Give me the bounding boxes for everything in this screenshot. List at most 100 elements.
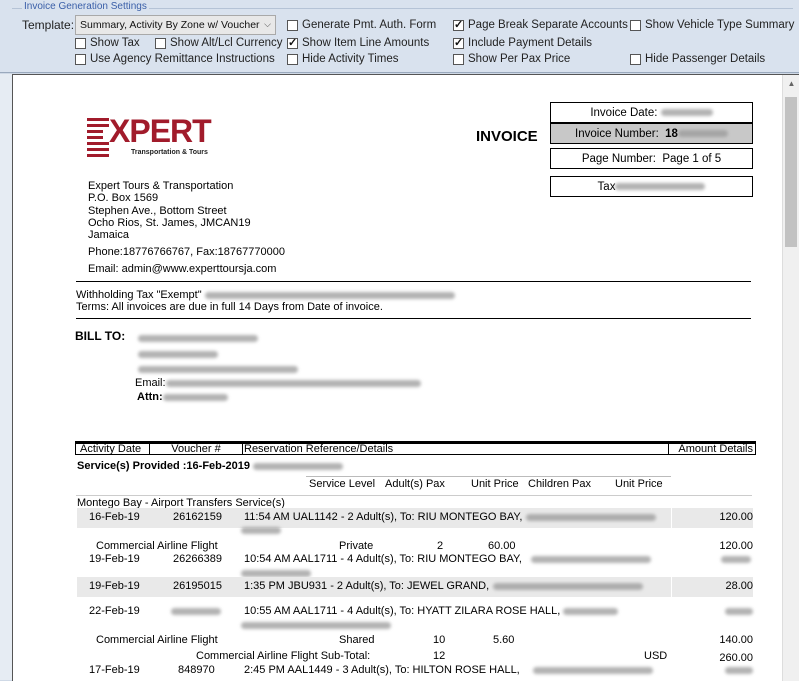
vertical-scrollbar[interactable]: ▲ (782, 75, 799, 681)
show-per-pax-checkbox[interactable]: Show Per Pax Price (453, 53, 570, 65)
row-details: 10:54 AM AAL1711 - 4 Adult(s), To: RIU M… (244, 553, 522, 565)
checkbox-label: Use Agency Remittance Instructions (90, 53, 275, 65)
checkbox-box[interactable] (287, 53, 298, 65)
redacted-detail (563, 605, 618, 617)
show-item-line-checkbox[interactable]: Show Item Line Amounts (287, 36, 430, 49)
checkbox-label: Show Vehicle Type Summary (645, 19, 795, 31)
subtotal-currency: USD (644, 650, 668, 662)
checkbox-label: Include Payment Details (468, 37, 593, 49)
redacted-billto-addr1 (138, 348, 218, 360)
template-label: Template: (22, 18, 75, 32)
show-tax-checkbox[interactable]: Show Tax (75, 37, 140, 49)
subhead-unit-price: Unit Price (471, 478, 519, 490)
redacted-voucher (171, 605, 221, 617)
scrollbar-thumb[interactable] (785, 97, 797, 247)
redacted-amount (725, 605, 753, 617)
redacted-email (165, 379, 421, 387)
checkbox-box[interactable] (453, 36, 464, 49)
checkbox-box[interactable] (75, 53, 86, 65)
company-po: P.O. Box 1569 (88, 192, 159, 204)
template-value: Summary, Activity By Zone w/ Voucher (80, 19, 260, 31)
summary-label: Commercial Airline Flight (96, 540, 218, 552)
subtotal-label: Commercial Airline Flight Sub-Total: (196, 650, 371, 662)
page-number-box: Page Number: Page 1 of 5 (550, 148, 753, 169)
redacted-attn (162, 393, 228, 401)
checkbox-box[interactable] (155, 37, 166, 49)
checkbox-label: Hide Activity Times (302, 53, 399, 65)
show-vehicle-type-checkbox[interactable]: Show Vehicle Type Summary (630, 19, 794, 31)
company-name: Expert Tours & Transportation (88, 180, 234, 192)
hide-passenger-checkbox[interactable]: Hide Passenger Details (630, 53, 765, 65)
row-date: 16-Feb-19 (89, 511, 140, 523)
subhead-children-pax: Children Pax (528, 478, 591, 490)
page-number-value: Page 1 of 5 (662, 153, 722, 165)
include-payment-checkbox[interactable]: Include Payment Details (453, 36, 593, 49)
invoice-preview: ▲ XPERT Transportation & Tours INVOICE I… (12, 74, 799, 681)
row-details: 2:45 PM AAL1449 - 3 Adult(s), To: HILTON… (244, 664, 520, 676)
payment-terms: Terms: All invoices are due in full 14 D… (76, 301, 383, 313)
redacted-billto-name (138, 332, 258, 344)
redacted-pax (241, 619, 391, 631)
redacted-detail (533, 664, 653, 676)
summary-amount: 120.00 (719, 540, 753, 552)
tax-id-box: Tax (550, 176, 753, 197)
redacted-number (677, 130, 728, 138)
redacted-cert (204, 291, 455, 299)
col-activity-date: Activity Date (75, 441, 150, 455)
scroll-up-icon[interactable]: ▲ (783, 75, 799, 92)
redacted-services-date (253, 462, 344, 470)
row-date: 19-Feb-19 (89, 553, 140, 565)
col-voucher: Voucher # (149, 441, 243, 455)
summary-pax: 2 (437, 540, 444, 552)
settings-group-title: Invoice Generation Settings (22, 1, 149, 12)
checkbox-label: Generate Pmt. Auth. Form (302, 19, 437, 31)
checkbox-box[interactable] (453, 53, 464, 65)
redacted-detail (493, 580, 643, 592)
summary-amount: 140.00 (719, 634, 753, 646)
page-number-label: Page Number: (581, 153, 656, 165)
checkbox-box[interactable] (453, 18, 464, 31)
invoice-date-box: Invoice Date: (550, 102, 753, 123)
row-voucher: 848970 (178, 664, 215, 676)
attn-label: Attn: (137, 391, 163, 403)
checkbox-label: Hide Passenger Details (645, 53, 766, 65)
row-details: 11:54 AM UAL1142 - 2 Adult(s), To: RIU M… (244, 511, 523, 523)
row-voucher: 26266389 (173, 553, 222, 565)
template-dropdown[interactable]: Summary, Activity By Zone w/ Voucher ⌵ (75, 15, 276, 35)
services-label: Service(s) Provided :16-Feb-2019 (77, 460, 251, 472)
show-alt-currency-checkbox[interactable]: Show Alt/Lcl Currency (155, 37, 283, 49)
checkbox-label: Show Alt/Lcl Currency (170, 37, 283, 49)
row-amount: 28.00 (725, 580, 753, 592)
redacted-detail (531, 553, 651, 565)
hide-activity-times-checkbox[interactable]: Hide Activity Times (287, 53, 399, 65)
checkbox-box[interactable] (630, 19, 641, 31)
subtotal-pax: 12 (433, 650, 446, 662)
checkbox-box[interactable] (287, 36, 298, 49)
logo-e-mark (87, 118, 109, 158)
checkbox-box[interactable] (287, 19, 298, 31)
withholding-text: Withholding Tax "Exempt" (76, 289, 202, 301)
invoice-number-value: 18 (665, 128, 678, 140)
col-reservation: Reservation Reference/Details (242, 441, 669, 455)
checkbox-label: Show Per Pax Price (468, 53, 571, 65)
page-break-checkbox[interactable]: Page Break Separate Accounts (453, 18, 628, 31)
withholding-tax: Withholding Tax "Exempt" (76, 289, 455, 301)
chevron-down-icon: ⌵ (264, 19, 271, 29)
summary-level: Private (339, 540, 374, 552)
checkbox-label: Show Item Line Amounts (302, 37, 430, 49)
generate-pmt-auth-checkbox[interactable]: Generate Pmt. Auth. Form (287, 19, 436, 31)
redacted-pax (241, 524, 281, 536)
checkbox-box[interactable] (75, 37, 86, 49)
checkbox-box[interactable] (630, 53, 641, 65)
billto-attn: Attn: (137, 391, 228, 403)
summary-price: 60.00 (488, 540, 516, 552)
summary-label: Commercial Airline Flight (96, 634, 218, 646)
col-amount: Amount Details (668, 441, 756, 455)
row-details: 1:35 PM JBU931 - 2 Adult(s), To: JEWEL G… (244, 580, 490, 592)
row-voucher: 26195015 (173, 580, 222, 592)
redacted-date (660, 109, 713, 117)
tax-label: Tax (597, 181, 616, 193)
summary-price: 5.60 (493, 634, 515, 646)
agency-remittance-checkbox[interactable]: Use Agency Remittance Instructions (75, 53, 275, 65)
company-email: Email: admin@www.experttoursja.com (88, 263, 277, 275)
